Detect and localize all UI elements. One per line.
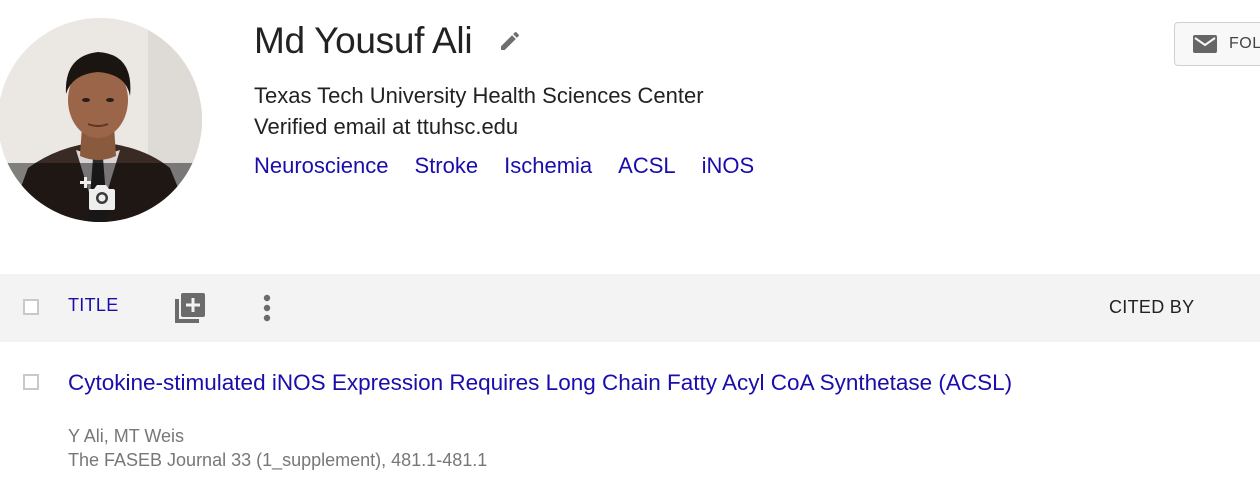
follow-label: FOL — [1229, 35, 1260, 52]
title-column-sort[interactable]: TITLE — [68, 295, 119, 316]
add-to-library-icon[interactable] — [174, 292, 206, 324]
table-row: Cytokine-stimulated iNOS Expression Requ… — [0, 342, 1260, 480]
mail-icon — [1193, 35, 1217, 53]
interest-link-acsl[interactable]: ACSL — [618, 153, 675, 179]
profile-name-row: Md Yousuf Ali — [254, 18, 522, 64]
affiliation: Texas Tech University Health Sciences Ce… — [254, 83, 704, 108]
add-photo-camera-icon[interactable] — [80, 177, 116, 211]
interest-link-inos[interactable]: iNOS — [702, 153, 755, 179]
select-all-checkbox[interactable] — [23, 299, 39, 315]
more-vert-icon[interactable] — [258, 293, 276, 325]
research-interests: Neuroscience Stroke Ischemia ACSL iNOS — [254, 153, 754, 179]
interest-link-neuroscience[interactable]: Neuroscience — [254, 153, 389, 179]
cited-by-column-sort[interactable]: CITED BY — [1109, 297, 1194, 318]
pencil-icon[interactable] — [498, 29, 522, 53]
article-authors: Y Ali, MT Weis — [68, 426, 185, 446]
article-venue: The FASEB Journal 33 (1_supplement), 481… — [68, 450, 488, 470]
article-title-link[interactable]: Cytokine-stimulated iNOS Expression Requ… — [68, 368, 1078, 397]
interest-link-ischemia[interactable]: Ischemia — [504, 153, 592, 179]
profile-name: Md Yousuf Ali — [254, 20, 473, 61]
follow-button[interactable]: FOL — [1174, 22, 1260, 66]
articles-table-header: TITLE CITED BY — [0, 274, 1260, 342]
verified-email: Verified email at ttuhsc.edu — [254, 114, 519, 139]
interest-link-stroke[interactable]: Stroke — [415, 153, 479, 179]
row-checkbox[interactable] — [23, 374, 39, 390]
